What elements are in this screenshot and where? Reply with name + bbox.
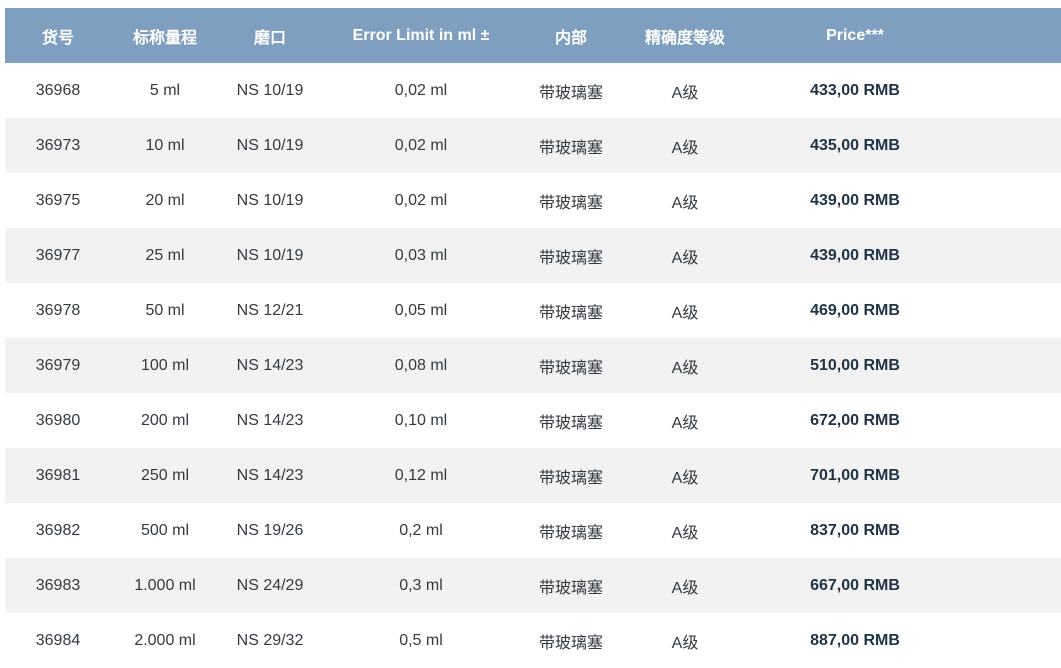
accuracy-class: A级	[671, 139, 699, 157]
header-accuracy-class: 精确度等级	[644, 29, 725, 47]
price: 469,00 RMB	[810, 301, 900, 319]
nominal-volume: 20 ml	[145, 191, 185, 209]
item-number: 36984	[35, 631, 81, 649]
stopper: 带玻璃塞	[538, 194, 603, 212]
price: 672,00 RMB	[810, 411, 900, 429]
table-row: 36981 250 ml NS 14/23 0,12 ml 带玻璃塞 A级 70…	[5, 448, 1061, 503]
error-limit: 0,10 ml	[394, 411, 448, 429]
header-ground-joint: 磨口	[253, 29, 286, 47]
error-limit: 0,5 ml	[399, 631, 443, 649]
ground-joint: NS 10/19	[236, 246, 304, 264]
price: 667,00 RMB	[810, 576, 900, 594]
ground-joint: NS 19/26	[236, 521, 304, 539]
nominal-volume: 500 ml	[140, 521, 190, 539]
error-limit: 0,3 ml	[399, 576, 443, 594]
accuracy-class: A级	[671, 194, 699, 212]
nominal-volume: 200 ml	[140, 411, 190, 429]
stopper: 带玻璃塞	[538, 84, 603, 102]
header-stopper: 内部	[554, 29, 587, 47]
error-limit: 0,08 ml	[394, 356, 448, 374]
nominal-volume: 50 ml	[145, 301, 185, 319]
stopper: 带玻璃塞	[538, 304, 603, 322]
accuracy-class: A级	[671, 414, 699, 432]
item-number: 36980	[35, 411, 81, 429]
error-limit: 0,2 ml	[399, 521, 443, 539]
header-nominal-volume: 标称量程	[132, 29, 197, 47]
error-limit: 0,02 ml	[394, 191, 448, 209]
table-row: 36984 2.000 ml NS 29/32 0,5 ml 带玻璃塞 A级 8…	[5, 613, 1061, 668]
nominal-volume: 10 ml	[145, 136, 185, 154]
table-row: 36977 25 ml NS 10/19 0,03 ml 带玻璃塞 A级 439…	[5, 228, 1061, 283]
ground-joint: NS 24/29	[236, 576, 304, 594]
item-number: 36981	[35, 466, 81, 484]
item-number: 36978	[35, 301, 81, 319]
accuracy-class: A级	[671, 359, 699, 377]
error-limit: 0,02 ml	[394, 81, 448, 99]
item-number: 36973	[35, 136, 81, 154]
ground-joint: NS 14/23	[236, 356, 304, 374]
table-row: 36978 50 ml NS 12/21 0,05 ml 带玻璃塞 A级 469…	[5, 283, 1061, 338]
stopper: 带玻璃塞	[538, 359, 603, 377]
price: 510,00 RMB	[810, 356, 900, 374]
item-number: 36979	[35, 356, 81, 374]
nominal-volume: 100 ml	[140, 356, 190, 374]
price: 887,00 RMB	[810, 631, 900, 649]
header-item-number: 货号	[41, 29, 74, 47]
stopper: 带玻璃塞	[538, 414, 603, 432]
nominal-volume: 2.000 ml	[134, 631, 196, 649]
stopper: 带玻璃塞	[538, 469, 603, 487]
nominal-volume: 25 ml	[145, 246, 185, 264]
price: 439,00 RMB	[810, 191, 900, 209]
table-row: 36975 20 ml NS 10/19 0,02 ml 带玻璃塞 A级 439…	[5, 173, 1061, 228]
nominal-volume: 1.000 ml	[134, 576, 196, 594]
ground-joint: NS 10/19	[236, 136, 304, 154]
table-row: 36979 100 ml NS 14/23 0,08 ml 带玻璃塞 A级 51…	[5, 338, 1061, 393]
price: 701,00 RMB	[810, 466, 900, 484]
table-row: 36980 200 ml NS 14/23 0,10 ml 带玻璃塞 A级 67…	[5, 393, 1061, 448]
product-table: 货号 标称量程 磨口 Error Limit in ml ± 内部 精确度等级 …	[5, 8, 1061, 668]
error-limit: 0,03 ml	[394, 246, 448, 264]
error-limit: 0,02 ml	[394, 136, 448, 154]
price: 439,00 RMB	[810, 246, 900, 264]
item-number: 36977	[35, 246, 81, 264]
price: 435,00 RMB	[810, 136, 900, 154]
accuracy-class: A级	[671, 304, 699, 322]
ground-joint: NS 29/32	[236, 631, 304, 649]
table-row: 36968 5 ml NS 10/19 0,02 ml 带玻璃塞 A级 433,…	[5, 63, 1061, 118]
accuracy-class: A级	[671, 634, 699, 652]
ground-joint: NS 10/19	[236, 81, 304, 99]
stopper: 带玻璃塞	[538, 249, 603, 267]
price: 433,00 RMB	[810, 81, 900, 99]
ground-joint: NS 10/19	[236, 191, 304, 209]
table-row: 36973 10 ml NS 10/19 0,02 ml 带玻璃塞 A级 435…	[5, 118, 1061, 173]
stopper: 带玻璃塞	[538, 579, 603, 597]
stopper: 带玻璃塞	[538, 139, 603, 157]
accuracy-class: A级	[671, 579, 699, 597]
ground-joint: NS 12/21	[236, 301, 304, 319]
header-error-limit: Error Limit in ml ±	[352, 26, 490, 44]
accuracy-class: A级	[671, 84, 699, 102]
accuracy-class: A级	[671, 524, 699, 542]
stopper: 带玻璃塞	[538, 634, 603, 652]
table-row: 36983 1.000 ml NS 24/29 0,3 ml 带玻璃塞 A级 6…	[5, 558, 1061, 613]
accuracy-class: A级	[671, 469, 699, 487]
item-number: 36982	[35, 521, 81, 539]
table-header: 货号 标称量程 磨口 Error Limit in ml ± 内部 精确度等级 …	[5, 8, 1061, 63]
item-number: 36983	[35, 576, 81, 594]
header-price: Price***	[826, 26, 884, 44]
stopper: 带玻璃塞	[538, 524, 603, 542]
item-number: 36968	[35, 81, 81, 99]
nominal-volume: 250 ml	[140, 466, 190, 484]
error-limit: 0,05 ml	[394, 301, 448, 319]
price: 837,00 RMB	[810, 521, 900, 539]
error-limit: 0,12 ml	[394, 466, 448, 484]
accuracy-class: A级	[671, 249, 699, 267]
nominal-volume: 5 ml	[149, 81, 181, 99]
item-number: 36975	[35, 191, 81, 209]
ground-joint: NS 14/23	[236, 411, 304, 429]
table-row: 36982 500 ml NS 19/26 0,2 ml 带玻璃塞 A级 837…	[5, 503, 1061, 558]
ground-joint: NS 14/23	[236, 466, 304, 484]
